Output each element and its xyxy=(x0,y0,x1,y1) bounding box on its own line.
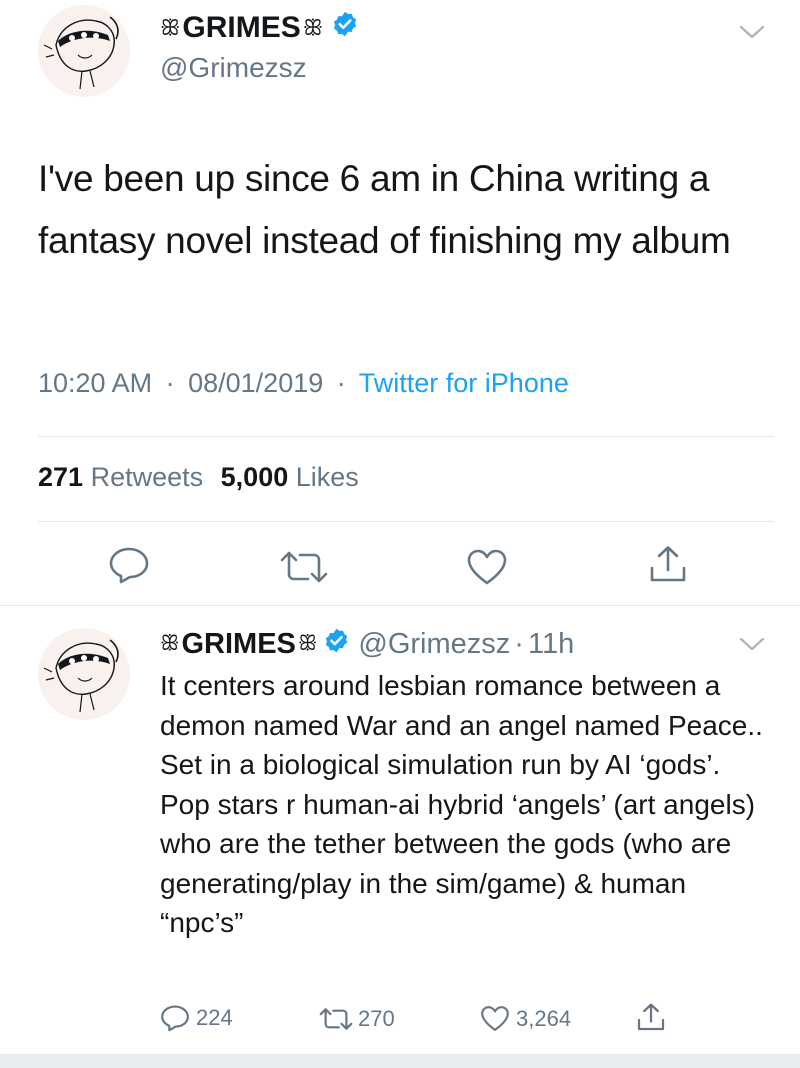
retweet-icon xyxy=(280,551,328,583)
meta-separator: · xyxy=(514,627,524,660)
meta-separator: · xyxy=(336,368,346,398)
tweet-date: 08/01/2019 xyxy=(188,368,324,398)
verified-badge-icon xyxy=(331,10,359,46)
reply-icon xyxy=(109,547,149,584)
name-ornament-left: ꕥ xyxy=(160,15,181,40)
tweet-time: 10:20 AM xyxy=(38,368,153,398)
reply-button[interactable]: 224 xyxy=(160,1004,233,1032)
tweet-text: I've been up since 6 am in China writing… xyxy=(38,158,731,261)
avatar-illustration-icon xyxy=(43,16,119,90)
retweet-count: 270 xyxy=(358,1006,395,1031)
like-button[interactable] xyxy=(466,548,508,586)
reply-icon xyxy=(161,1005,189,1032)
name-ornament-right: ꕥ xyxy=(302,15,324,40)
display-name[interactable]: GRIMES xyxy=(182,11,300,45)
like-count: 3,264 xyxy=(516,1005,572,1031)
author-handle[interactable]: @Grimezsz xyxy=(358,628,510,661)
retweets-label: Retweets xyxy=(90,462,204,492)
retweets-stat[interactable]: 271 Retweets xyxy=(38,462,211,492)
retweet-icon xyxy=(319,1008,353,1030)
retweet-button[interactable]: 270 xyxy=(318,1006,395,1032)
reply-name-row[interactable]: ꕥ GRIMES ꕥ @Grimezsz · 11h xyxy=(160,624,574,664)
display-name[interactable]: GRIMES xyxy=(182,628,296,661)
chevron-down-icon[interactable] xyxy=(738,634,766,654)
name-ornament-left: ꕥ xyxy=(160,632,180,655)
tweet-separator xyxy=(0,605,800,606)
share-button[interactable] xyxy=(648,544,688,584)
like-icon xyxy=(481,1006,509,1031)
reply-text: It centers around lesbian romance betwee… xyxy=(160,670,763,938)
divider xyxy=(38,436,774,437)
avatar[interactable] xyxy=(38,628,130,720)
retweets-count: 271 xyxy=(38,462,84,492)
verified-badge-icon xyxy=(323,627,350,662)
author-handle[interactable]: @Grimezsz xyxy=(160,52,307,84)
share-button[interactable] xyxy=(636,1002,666,1032)
avatar-illustration-icon xyxy=(43,639,119,713)
timeline-gap xyxy=(0,1054,800,1068)
reply-count: 224 xyxy=(196,1005,233,1030)
likes-count: 5,000 xyxy=(220,462,289,492)
tweet-stats: 271 Retweets 5,000 Likes xyxy=(38,462,359,493)
meta-separator: · xyxy=(165,368,175,398)
author-name-row[interactable]: ꕥ GRIMES ꕥ xyxy=(160,8,359,48)
like-icon xyxy=(467,549,507,585)
name-ornament-right: ꕥ xyxy=(297,632,318,655)
share-icon xyxy=(650,546,686,582)
like-button[interactable]: 3,264 xyxy=(480,1005,571,1032)
retweet-button[interactable] xyxy=(278,550,330,584)
tweet-meta: 10:20 AM · 08/01/2019 · Twitter for iPho… xyxy=(38,368,569,399)
tweet-age[interactable]: 11h xyxy=(528,628,574,661)
likes-stat[interactable]: 5,000 Likes xyxy=(221,462,359,492)
share-icon xyxy=(637,1003,665,1031)
likes-label: Likes xyxy=(295,462,359,492)
reply-button[interactable] xyxy=(108,546,150,584)
tweet-source-link[interactable]: Twitter for iPhone xyxy=(359,368,569,398)
chevron-down-icon[interactable] xyxy=(738,22,766,42)
divider xyxy=(38,521,774,522)
avatar[interactable] xyxy=(38,5,130,97)
